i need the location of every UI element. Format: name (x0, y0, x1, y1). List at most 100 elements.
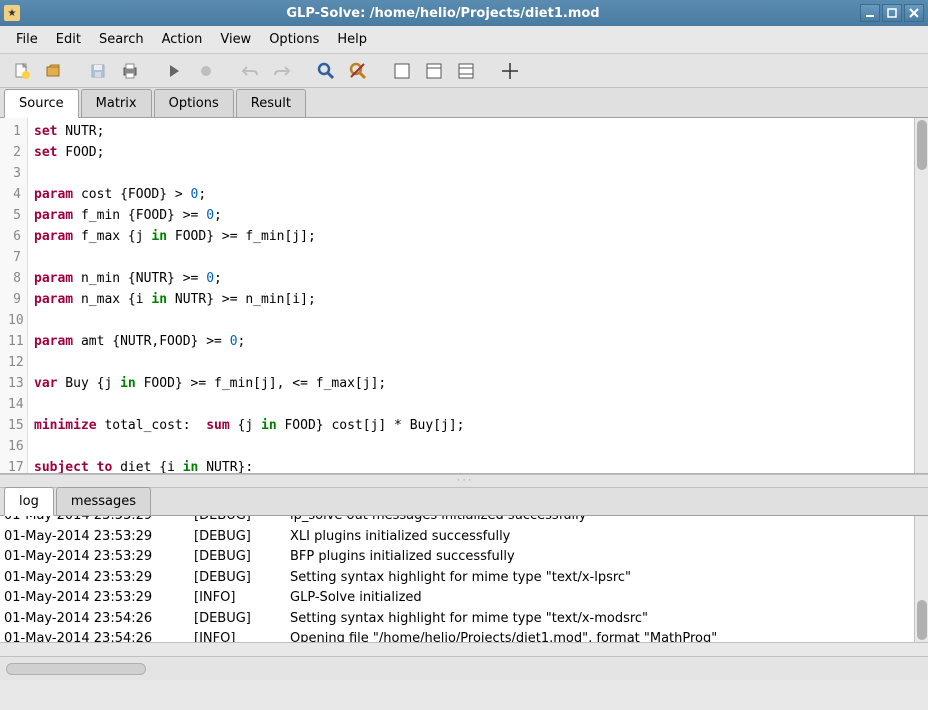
view3-icon[interactable] (452, 58, 480, 84)
line-number: 13 (8, 373, 21, 394)
print-icon[interactable] (116, 58, 144, 84)
log-message: Setting syntax highlight for mime type "… (290, 570, 924, 591)
menu-search[interactable]: Search (91, 28, 152, 51)
code-line[interactable]: param amt {NUTR,FOOD} >= 0; (34, 331, 922, 352)
open-file-icon[interactable] (40, 58, 68, 84)
tab-result[interactable]: Result (236, 89, 306, 117)
log-level: [DEBUG] (194, 611, 290, 632)
menu-help[interactable]: Help (329, 28, 375, 51)
code-line[interactable] (34, 163, 922, 184)
line-number: 3 (8, 163, 21, 184)
line-gutter: 1234567891011121314151617 (0, 118, 28, 473)
window-title: GLP-Solve: /home/helio/Projects/diet1.mo… (26, 6, 860, 21)
line-number: 7 (8, 247, 21, 268)
line-number: 16 (8, 436, 21, 457)
code-line[interactable] (34, 247, 922, 268)
replace-icon[interactable] (344, 58, 372, 84)
code-area[interactable]: set NUTR;set FOOD; param cost {FOOD} > 0;… (28, 118, 928, 473)
code-line[interactable] (34, 394, 922, 415)
new-file-icon[interactable] (8, 58, 36, 84)
tab-matrix[interactable]: Matrix (81, 89, 152, 117)
line-number: 4 (8, 184, 21, 205)
menu-action[interactable]: Action (154, 28, 211, 51)
tab-options[interactable]: Options (154, 89, 234, 117)
editor-tabs: SourceMatrixOptionsResult (0, 88, 928, 118)
line-number: 1 (8, 121, 21, 142)
log-message: GLP-Solve initialized (290, 590, 924, 611)
log-timestamp: 01-May-2014 23:54:26 (4, 611, 194, 632)
menu-options[interactable]: Options (261, 28, 327, 51)
log-level: [DEBUG] (194, 516, 290, 529)
code-line[interactable]: subject to diet {i in NUTR}: (34, 457, 922, 473)
tab-messages[interactable]: messages (56, 487, 151, 515)
log-timestamp: 01-May-2014 23:53:29 (4, 570, 194, 591)
close-button[interactable] (904, 4, 924, 22)
tab-source[interactable]: Source (4, 89, 79, 118)
search-icon[interactable] (312, 58, 340, 84)
code-line[interactable] (34, 352, 922, 373)
menu-file[interactable]: File (8, 28, 46, 51)
log-panel: 01-May-2014 23:53:29[DEBUG]lp_solve out … (0, 516, 928, 656)
code-line[interactable]: param cost {FOOD} > 0; (34, 184, 922, 205)
maximize-button[interactable] (882, 4, 902, 22)
code-line[interactable] (34, 310, 922, 331)
redo-icon[interactable] (268, 58, 296, 84)
line-number: 12 (8, 352, 21, 373)
code-line[interactable] (34, 436, 922, 457)
tab-log[interactable]: log (4, 487, 54, 516)
log-timestamp: 01-May-2014 23:53:29 (4, 549, 194, 570)
log-message: Setting syntax highlight for mime type "… (290, 611, 924, 632)
line-number: 10 (8, 310, 21, 331)
line-number: 8 (8, 268, 21, 289)
code-line[interactable]: param f_min {FOOD} >= 0; (34, 205, 922, 226)
log-scrollbar-horizontal[interactable] (0, 642, 928, 656)
view2-icon[interactable] (420, 58, 448, 84)
progress-bar (6, 663, 146, 675)
record-icon[interactable] (192, 58, 220, 84)
log-level: [DEBUG] (194, 529, 290, 550)
code-line[interactable]: set FOOD; (34, 142, 922, 163)
crosshair-icon[interactable] (496, 58, 524, 84)
code-line[interactable]: set NUTR; (34, 121, 922, 142)
code-line[interactable]: minimize total_cost: sum {j in FOOD} cos… (34, 415, 922, 436)
line-number: 14 (8, 394, 21, 415)
editor-scrollbar[interactable] (914, 118, 928, 473)
code-line[interactable]: param n_min {NUTR} >= 0; (34, 268, 922, 289)
scrollbar-thumb[interactable] (917, 600, 927, 640)
app-icon: ★ (4, 5, 20, 21)
menubar: FileEditSearchActionViewOptionsHelp (0, 26, 928, 54)
splitter[interactable]: · · · (0, 474, 928, 488)
log-message: BFP plugins initialized successfully (290, 549, 924, 570)
line-number: 6 (8, 226, 21, 247)
log-message: lp_solve out messages initialized succes… (290, 516, 924, 529)
run-icon[interactable] (160, 58, 188, 84)
menu-edit[interactable]: Edit (48, 28, 89, 51)
log-timestamp: 01-May-2014 23:53:29 (4, 590, 194, 611)
log-row: 01-May-2014 23:53:29[DEBUG]XLI plugins i… (4, 529, 924, 550)
view1-icon[interactable] (388, 58, 416, 84)
line-number: 15 (8, 415, 21, 436)
save-icon[interactable] (84, 58, 112, 84)
log-level: [DEBUG] (194, 570, 290, 591)
code-editor[interactable]: 1234567891011121314151617 set NUTR;set F… (0, 118, 928, 474)
log-message: XLI plugins initialized successfully (290, 529, 924, 550)
statusbar (0, 656, 928, 680)
log-scrollbar-vertical[interactable] (914, 516, 928, 642)
scrollbar-thumb[interactable] (917, 120, 927, 170)
toolbar (0, 54, 928, 88)
code-line[interactable]: var Buy {j in FOOD} >= f_min[j], <= f_ma… (34, 373, 922, 394)
code-line[interactable]: param n_max {i in NUTR} >= n_min[i]; (34, 289, 922, 310)
log-timestamp: 01-May-2014 23:53:29 (4, 529, 194, 550)
code-line[interactable]: param f_max {j in FOOD} >= f_min[j]; (34, 226, 922, 247)
log-row: 01-May-2014 23:54:26[DEBUG]Setting synta… (4, 611, 924, 632)
log-row: 01-May-2014 23:53:29[DEBUG]Setting synta… (4, 570, 924, 591)
line-number: 17 (8, 457, 21, 478)
log-row: 01-May-2014 23:53:29[INFO]GLP-Solve init… (4, 590, 924, 611)
undo-icon[interactable] (236, 58, 264, 84)
minimize-button[interactable] (860, 4, 880, 22)
menu-view[interactable]: View (212, 28, 259, 51)
window-controls (860, 4, 924, 22)
output-tabs: logmessages (0, 488, 928, 516)
log-level: [DEBUG] (194, 549, 290, 570)
line-number: 9 (8, 289, 21, 310)
